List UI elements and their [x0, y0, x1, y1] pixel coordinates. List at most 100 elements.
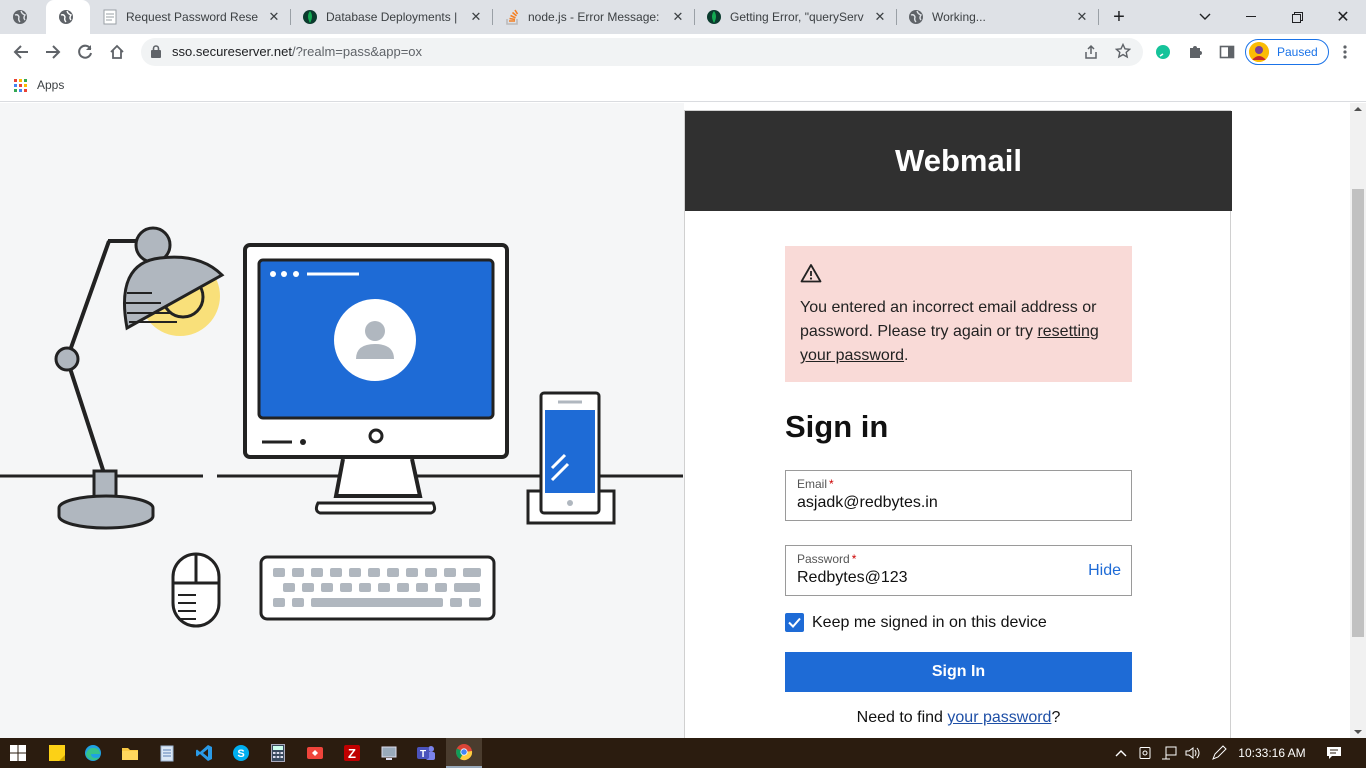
bookmark-star-icon[interactable]: [1114, 42, 1132, 64]
tab-strip: Request Password Reset ✕ Database Deploy…: [0, 0, 1366, 34]
volume-icon[interactable]: [1182, 738, 1204, 768]
reload-button[interactable]: [71, 38, 99, 66]
share-icon[interactable]: [1083, 44, 1099, 65]
arrow-left-icon: [13, 45, 28, 59]
teams-icon[interactable]: T: [408, 738, 444, 768]
mongodb-leaf-icon: [302, 9, 318, 25]
vscode-icon[interactable]: [186, 738, 222, 768]
url-text: sso.secureserver.net/?realm=pass&app=ox: [172, 44, 422, 59]
edge-icon[interactable]: [75, 738, 111, 768]
network-icon[interactable]: [1158, 738, 1180, 768]
address-bar[interactable]: sso.secureserver.net/?realm=pass&app=ox: [141, 38, 1143, 66]
close-icon[interactable]: ✕: [670, 9, 686, 25]
page-scrollbar[interactable]: [1350, 103, 1366, 738]
page-title: Webmail: [895, 143, 1022, 178]
tab-search-button[interactable]: [1182, 0, 1228, 34]
filezilla-icon[interactable]: Z: [334, 738, 370, 768]
calculator-icon[interactable]: [260, 738, 296, 768]
minimize-button[interactable]: [1228, 0, 1274, 34]
new-tab-button[interactable]: +: [1099, 0, 1139, 34]
globe-icon: [12, 9, 28, 25]
scrollbar-thumb[interactable]: [1352, 189, 1364, 637]
find-password-link[interactable]: your password: [947, 709, 1051, 726]
required-mark: *: [829, 477, 834, 491]
restore-button[interactable]: [1274, 0, 1320, 34]
error-alert: You entered an incorrect email address o…: [785, 246, 1132, 382]
chrome-icon[interactable]: [446, 738, 482, 768]
hide-password-toggle[interactable]: Hide: [1088, 562, 1121, 580]
reload-icon: [78, 44, 92, 59]
sign-in-button[interactable]: Sign In: [785, 652, 1132, 692]
pen-icon[interactable]: [1208, 738, 1230, 768]
password-input[interactable]: [797, 569, 1077, 587]
notifications-icon[interactable]: [1320, 738, 1348, 768]
mouse-illustration: [171, 552, 221, 628]
svg-text:T: T: [420, 749, 426, 760]
close-icon: ✕: [1336, 9, 1350, 26]
restore-icon: [1291, 11, 1303, 23]
skype-icon[interactable]: S: [223, 738, 259, 768]
apps-grid-icon: [14, 78, 27, 92]
home-icon: [110, 44, 124, 59]
file-explorer-icon[interactable]: [112, 738, 148, 768]
location-icon[interactable]: [1136, 738, 1154, 768]
close-icon[interactable]: ✕: [872, 9, 888, 25]
network-app-icon[interactable]: [371, 738, 407, 768]
find-password-text: Need to find your password?: [785, 709, 1132, 727]
password-label-text: Password: [797, 552, 850, 566]
back-button[interactable]: [7, 38, 35, 66]
url-path: /?realm=pass&app=ox: [291, 44, 423, 59]
chevron-up-icon[interactable]: [1112, 738, 1130, 768]
minimize-icon: [1246, 16, 1256, 17]
sticky-notes-icon[interactable]: [39, 738, 75, 768]
close-icon[interactable]: ✕: [266, 9, 282, 25]
home-button[interactable]: [103, 38, 131, 66]
tab-title: node.js - Error Message: M: [528, 10, 662, 24]
tab-working[interactable]: Working... ✕: [896, 0, 1098, 34]
side-panel-icon[interactable]: [1213, 38, 1241, 66]
tab-nodejs-error[interactable]: node.js - Error Message: M ✕: [492, 0, 694, 34]
forward-button[interactable]: [39, 38, 67, 66]
scroll-up-arrow-icon[interactable]: [1350, 103, 1366, 115]
email-field[interactable]: Email *: [785, 470, 1132, 521]
bookmark-apps[interactable]: Apps: [14, 78, 64, 92]
globe-icon: [58, 9, 74, 25]
phone-illustration: [526, 391, 616, 525]
apps-label: Apps: [37, 78, 65, 92]
scroll-down-arrow-icon[interactable]: [1350, 726, 1366, 738]
profile-paused-button[interactable]: Paused: [1245, 39, 1329, 65]
keep-signed-in-label: Keep me signed in on this device: [812, 613, 1047, 631]
document-icon: [102, 9, 118, 25]
notepad-icon[interactable]: [149, 738, 185, 768]
extensions-puzzle-icon[interactable]: [1181, 38, 1209, 66]
chrome-menu-button[interactable]: [1331, 38, 1359, 66]
windows-start-icon[interactable]: [0, 738, 36, 768]
anydesk-icon[interactable]: [297, 738, 333, 768]
email-label: Email *: [797, 477, 834, 491]
find-suffix: ?: [1051, 709, 1061, 726]
stackoverflow-icon: [504, 9, 520, 25]
clock[interactable]: 10:33:16 AM: [1236, 738, 1308, 768]
tab-1[interactable]: [0, 0, 46, 34]
close-window-button[interactable]: ✕: [1320, 0, 1366, 34]
desk-illustration: [0, 103, 684, 738]
tab-title: Request Password Reset: [126, 10, 258, 24]
keep-signed-in-row[interactable]: Keep me signed in on this device: [785, 613, 1047, 632]
tab-database-deployments[interactable]: Database Deployments | Cl ✕: [290, 0, 492, 34]
tab-getting-error[interactable]: Getting Error, "queryServ ✕: [694, 0, 896, 34]
avatar: [1249, 42, 1269, 62]
tab-request-password-reset[interactable]: Request Password Reset ✕: [90, 0, 290, 34]
kebab-menu-icon: [1343, 45, 1347, 59]
keep-signed-in-checkbox[interactable]: [785, 613, 804, 632]
svg-text:Z: Z: [348, 746, 356, 761]
email-input[interactable]: [797, 494, 1077, 512]
grammarly-extension-icon[interactable]: [1149, 38, 1177, 66]
close-icon[interactable]: ✕: [1074, 9, 1090, 25]
signin-heading: Sign in: [785, 409, 889, 444]
close-icon[interactable]: ✕: [468, 9, 484, 25]
tab-2-active[interactable]: [46, 0, 90, 34]
password-field[interactable]: Password* Hide: [785, 545, 1132, 596]
password-label: Password *: [797, 552, 856, 566]
monitor-illustration: [243, 243, 509, 515]
checkmark-icon: [788, 617, 801, 628]
